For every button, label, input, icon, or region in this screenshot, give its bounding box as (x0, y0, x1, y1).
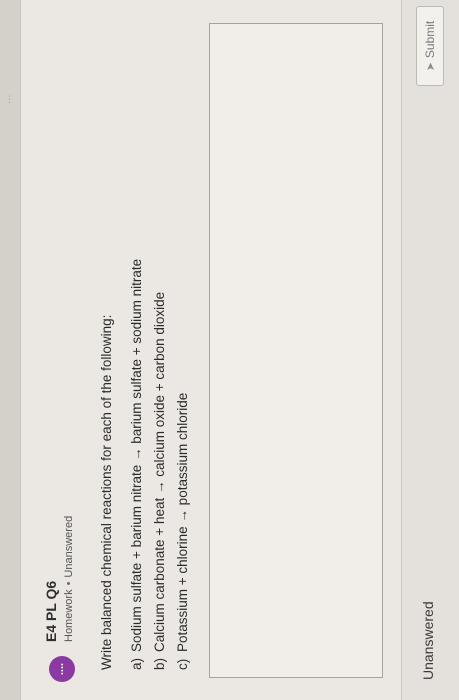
list-item: b) Calcium carbonate + heat → calcium oxi… (148, 259, 171, 670)
item-letter: b) (152, 657, 167, 670)
submit-label: Submit (423, 20, 437, 59)
send-icon: ➤ (425, 62, 437, 72)
question-meta: Homework • Unanswered (63, 516, 75, 642)
question-category: Homework (63, 589, 75, 642)
list-item: c) Potassium + chlorine → potassium chlor… (171, 259, 194, 670)
question-prompt: Write balanced chemical reactions for ea… (99, 314, 114, 670)
item-text: Potassium + chlorine → potassium chlorid… (175, 392, 190, 652)
question-card: .... E4 PL Q6 Homework • Unanswered Write … (20, 0, 459, 700)
question-footer: Unanswered ➤ Submit (401, 0, 459, 700)
rotated-screen: ... .... E4 PL Q6 Homework • Unanswered Wr… (0, 0, 459, 700)
submit-button[interactable]: ➤ Submit (416, 6, 444, 86)
item-letter: c) (175, 658, 190, 670)
previous-question-title: ... (2, 94, 13, 104)
item-letter: a) (129, 657, 144, 670)
question-status: Unanswered (63, 515, 75, 578)
reaction-list: a) Sodium sulfate + barium nitrate → bari… (125, 259, 194, 670)
answer-textarea[interactable] (209, 23, 383, 678)
question-title: E4 PL Q6 (43, 580, 59, 642)
item-text: Sodium sulfate + barium nitrate → barium… (129, 258, 144, 652)
question-options-badge[interactable]: .... (49, 656, 75, 682)
list-item: a) Sodium sulfate + barium nitrate → bari… (125, 259, 148, 670)
footer-status: Unanswered (420, 601, 436, 680)
previous-question-edge: ... (0, 0, 20, 700)
photo-background: ... .... E4 PL Q6 Homework • Unanswered Wr… (0, 0, 459, 700)
meta-separator: • (63, 581, 75, 586)
item-text: Calcium carbonate + heat → calcium oxide… (152, 291, 167, 652)
